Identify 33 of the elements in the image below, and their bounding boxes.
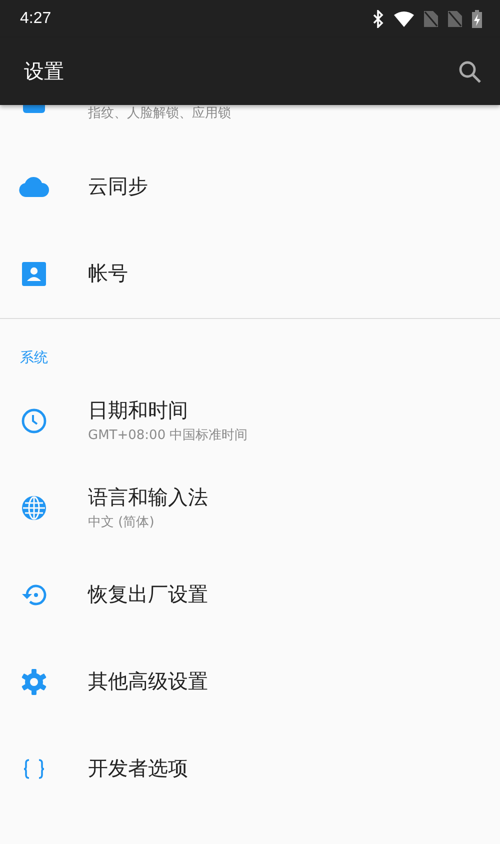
restore-icon — [21, 582, 47, 606]
cloud-icon — [19, 176, 49, 196]
settings-item[interactable]: 其他高级设置 — [0, 638, 500, 725]
battery-charging-icon — [472, 10, 482, 28]
bluetooth-icon — [372, 10, 384, 28]
clock-icon — [21, 408, 47, 434]
globe-icon — [21, 494, 47, 520]
settings-item[interactable]: 日期和时间 GMT+08:00 中国标准时间 — [0, 377, 500, 464]
setting-title: 帐号 — [88, 260, 128, 287]
setting-title: 其他高级设置 — [88, 668, 208, 695]
settings-item[interactable]: 帐号 — [0, 230, 500, 317]
settings-item[interactable]: 开发者选项 — [0, 725, 500, 812]
no-sim-icon — [448, 11, 462, 27]
code-braces-icon — [23, 758, 45, 780]
settings-item[interactable]: 恢复出厂设置 — [0, 551, 500, 638]
no-sim-icon — [424, 11, 438, 27]
settings-item[interactable]: 云同步 — [0, 143, 500, 230]
setting-title: 恢复出厂设置 — [88, 581, 208, 608]
setting-title: 语言和输入法 — [88, 484, 208, 511]
search-icon[interactable] — [458, 60, 482, 84]
setting-subtitle: 中文 (简体) — [88, 514, 156, 531]
setting-title: 开发者选项 — [88, 755, 188, 782]
section-header: 系统 — [19, 349, 49, 368]
setting-title: 云同步 — [88, 173, 148, 200]
setting-subtitle: 指纹、人脸解锁、应用锁 — [88, 105, 231, 122]
status-time: 4:27 — [20, 10, 52, 28]
setting-subtitle: GMT+08:00 中国标准时间 — [88, 427, 248, 444]
setting-title: 日期和时间 — [88, 397, 189, 424]
account-icon — [22, 262, 46, 286]
screen-title: 设置 — [24, 58, 64, 85]
settings-item[interactable]: 语言和输入法 中文 (简体) — [0, 464, 500, 551]
wifi-icon — [394, 11, 414, 27]
settings-icon — [21, 668, 47, 694]
